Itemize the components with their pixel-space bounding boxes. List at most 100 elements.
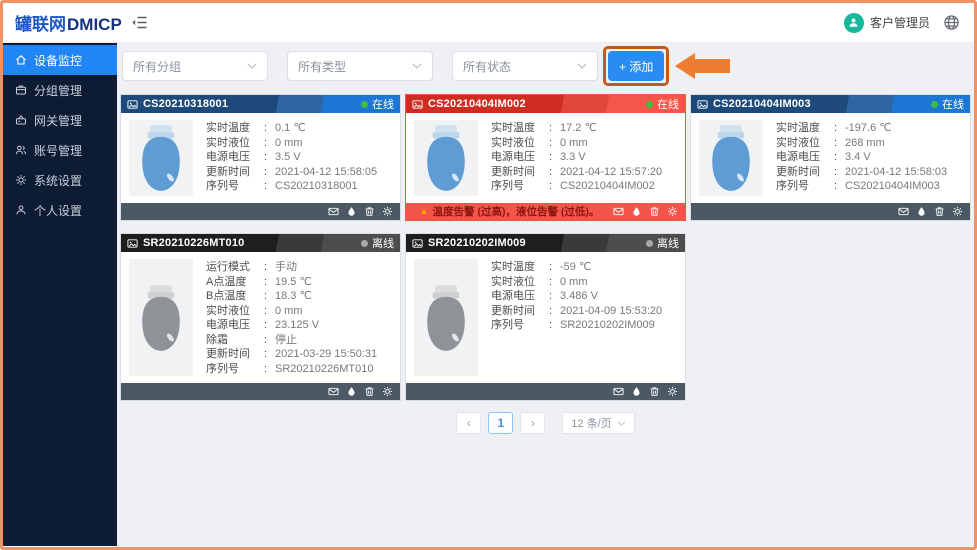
field-label: 电源电压 bbox=[206, 318, 264, 333]
droplet-icon[interactable] bbox=[916, 206, 927, 217]
trash-icon[interactable] bbox=[649, 386, 660, 397]
field-label: A点温度 bbox=[206, 275, 264, 290]
message-icon[interactable] bbox=[898, 206, 909, 217]
field-colon: : bbox=[549, 318, 560, 333]
trash-icon[interactable] bbox=[364, 386, 375, 397]
sidebar-item-gateway-management[interactable]: 网关管理 bbox=[3, 105, 117, 135]
image-icon bbox=[697, 99, 708, 110]
app-logo-cn: 罐联网 bbox=[15, 15, 66, 34]
annotation-arrow-tail bbox=[695, 59, 730, 73]
field-label: 实时液位 bbox=[491, 136, 549, 151]
device-card-footer bbox=[121, 383, 400, 400]
droplet-icon[interactable] bbox=[631, 206, 642, 217]
trash-icon[interactable] bbox=[649, 206, 660, 217]
status-dot-icon bbox=[931, 101, 938, 108]
alarm-text: 温度告警 (过高)，液位告警 (过低)。 bbox=[433, 204, 600, 219]
droplet-icon[interactable] bbox=[346, 386, 357, 397]
device-field-row: 实时液位:0 mm bbox=[206, 136, 392, 151]
group-icon bbox=[15, 84, 27, 96]
add-button[interactable]: + 添加 bbox=[608, 51, 664, 81]
device-card-footer bbox=[121, 203, 400, 220]
language-globe-icon[interactable] bbox=[943, 14, 960, 31]
sidebar-item-label: 分组管理 bbox=[34, 82, 82, 99]
device-card: CS20210404IM002在线实时温度:17.2 ℃实时液位:0 mm电源电… bbox=[405, 94, 686, 221]
sidebar-item-group-management[interactable]: 分组管理 bbox=[3, 75, 117, 105]
droplet-icon[interactable] bbox=[631, 386, 642, 397]
field-label: 实时温度 bbox=[491, 260, 549, 275]
device-fields: 运行模式:手动A点温度:19.5 ℃B点温度:18.3 ℃实时液位:0 mm电源… bbox=[206, 259, 392, 376]
tank-image bbox=[414, 120, 478, 196]
field-colon: : bbox=[264, 304, 275, 319]
field-colon: : bbox=[264, 318, 275, 333]
device-field-row: 序列号:SR20210202IM009 bbox=[491, 318, 677, 333]
trash-icon[interactable] bbox=[364, 206, 375, 217]
chevron-down-icon bbox=[412, 63, 422, 69]
menu-collapse-icon[interactable] bbox=[131, 15, 148, 30]
field-value: 停止 bbox=[275, 333, 297, 348]
sidebar-item-label: 账号管理 bbox=[34, 142, 82, 159]
status-label: 在线 bbox=[657, 96, 679, 112]
sidebar-item-system-settings[interactable]: 系统设置 bbox=[3, 165, 117, 195]
user-menu[interactable]: 客户管理员 bbox=[844, 13, 930, 33]
message-icon[interactable] bbox=[328, 386, 339, 397]
field-colon: : bbox=[834, 179, 845, 194]
field-colon: : bbox=[549, 179, 560, 194]
page-size-select[interactable]: 12 条/页 bbox=[562, 412, 634, 434]
app-window: 罐联网DMICP 客户管理员 bbox=[0, 0, 977, 550]
field-label: 实时液位 bbox=[776, 136, 834, 151]
filter-select-group[interactable]: 所有分组 bbox=[122, 51, 268, 81]
gear-icon[interactable] bbox=[382, 206, 393, 217]
filter-select-status[interactable]: 所有状态 bbox=[452, 51, 598, 81]
prev-page-button[interactable]: ‹ bbox=[456, 412, 481, 434]
device-card-header: CS20210404IM002 在线 bbox=[406, 95, 685, 113]
message-icon[interactable] bbox=[613, 206, 624, 217]
device-field-row: 实时液位:268 mm bbox=[776, 136, 962, 151]
device-serial-title: CS20210404IM002 bbox=[428, 98, 526, 110]
field-value: SR20210202IM009 bbox=[560, 318, 655, 333]
filter-select-type[interactable]: 所有类型 bbox=[287, 51, 433, 81]
status-label: 离线 bbox=[657, 235, 679, 251]
field-label: 实时液位 bbox=[206, 304, 264, 319]
field-label: 电源电压 bbox=[491, 150, 549, 165]
device-card: SR20210202IM009离线实时温度:-59 ℃实时液位:0 mm电源电压… bbox=[405, 233, 686, 401]
field-value: 3.3 V bbox=[560, 150, 586, 165]
device-field-row: 更新时间:2021-03-29 15:50:31 bbox=[206, 347, 392, 362]
status-label: 在线 bbox=[942, 96, 964, 112]
message-icon[interactable] bbox=[613, 386, 624, 397]
sidebar-item-device-monitor[interactable]: 设备监控 bbox=[3, 45, 117, 75]
page-number-button[interactable]: 1 bbox=[488, 412, 513, 434]
device-field-row: 电源电压:3.486 V bbox=[491, 289, 677, 304]
tank-image bbox=[699, 120, 763, 196]
field-value: 18.3 ℃ bbox=[275, 289, 312, 304]
chevron-down-icon bbox=[577, 63, 587, 69]
tank-image bbox=[414, 259, 478, 376]
page-size-value: 12 条/页 bbox=[571, 415, 611, 431]
gear-icon[interactable] bbox=[667, 386, 678, 397]
device-card-footer: ▲温度告警 (过高)，液位告警 (过低)。 bbox=[406, 203, 685, 220]
sidebar-item-account-management[interactable]: 账号管理 bbox=[3, 135, 117, 165]
trash-icon[interactable] bbox=[934, 206, 945, 217]
device-serial-title: SR20210202IM009 bbox=[428, 237, 526, 249]
field-value: 23.125 V bbox=[275, 318, 319, 333]
next-page-button[interactable]: › bbox=[520, 412, 545, 434]
tank-image bbox=[129, 120, 193, 196]
field-colon: : bbox=[549, 150, 560, 165]
gear-icon[interactable] bbox=[667, 206, 678, 217]
status-label: 在线 bbox=[372, 96, 394, 112]
field-label: 更新时间 bbox=[206, 165, 264, 180]
message-icon[interactable] bbox=[328, 206, 339, 217]
sidebar-item-label: 个人设置 bbox=[34, 202, 82, 219]
droplet-icon[interactable] bbox=[346, 206, 357, 217]
gear-icon bbox=[15, 174, 27, 186]
sidebar-item-personal-settings[interactable]: 个人设置 bbox=[3, 195, 117, 225]
device-field-row: 更新时间:2021-04-12 15:57:20 bbox=[491, 165, 677, 180]
gear-icon[interactable] bbox=[382, 386, 393, 397]
field-label: 序列号 bbox=[491, 318, 549, 333]
filter-bar: 所有分组所有类型所有状态 + 添加 bbox=[122, 51, 971, 81]
person-icon bbox=[15, 204, 27, 216]
device-field-row: 更新时间:2021-04-12 15:58:03 bbox=[776, 165, 962, 180]
app-shell: 设备监控分组管理网关管理账号管理系统设置个人设置 所有分组所有类型所有状态 + … bbox=[3, 43, 974, 546]
field-value: CS20210404IM003 bbox=[845, 179, 940, 194]
device-field-row: 实时温度:0.1 ℃ bbox=[206, 121, 392, 136]
gear-icon[interactable] bbox=[952, 206, 963, 217]
